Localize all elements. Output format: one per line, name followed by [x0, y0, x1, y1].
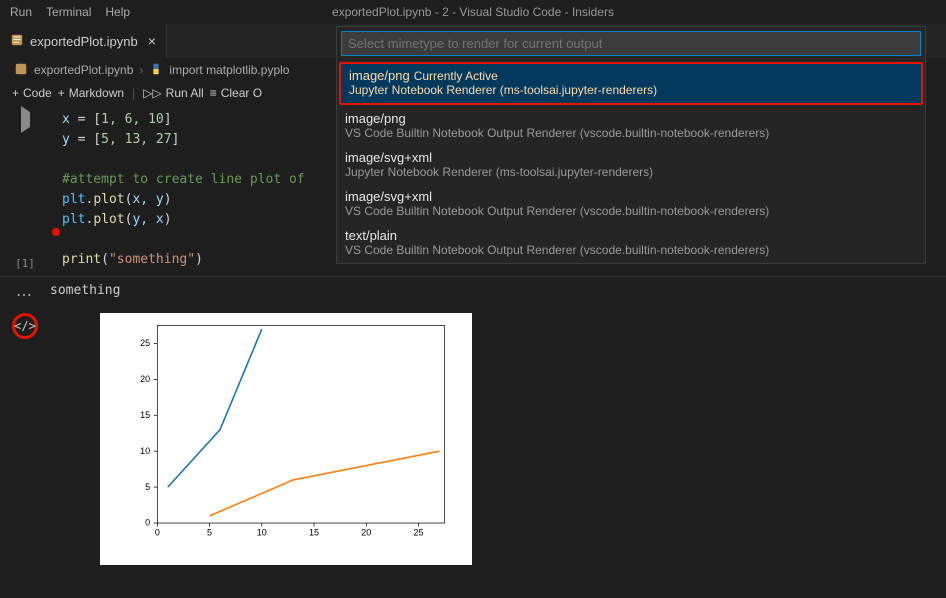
svg-text:25: 25 [414, 528, 424, 538]
quickpick-item-desc: Jupyter Notebook Renderer (ms-toolsai.ju… [345, 165, 917, 179]
svg-text:15: 15 [309, 528, 319, 538]
svg-text:0: 0 [155, 528, 160, 538]
clear-outputs-button[interactable]: ≡ Clear O [210, 86, 262, 100]
svg-text:15: 15 [140, 410, 150, 420]
line-chart: 0 5 10 15 20 25 0 5 10 15 20 25 [140, 321, 462, 541]
breakpoint-icon[interactable] [52, 228, 60, 236]
tab-exportedplot[interactable]: exportedPlot.ipynb × [0, 24, 167, 58]
quickpick-item[interactable]: image/pngVS Code Builtin Notebook Output… [337, 107, 925, 146]
menu-terminal[interactable]: Terminal [46, 5, 91, 19]
run-all-button[interactable]: ▷▷ Run All [143, 86, 204, 100]
more-icon[interactable]: ⋯ [0, 283, 50, 305]
quickpick-item[interactable]: image/png Currently ActiveJupyter Noteboo… [339, 62, 923, 105]
quickpick-input[interactable] [341, 31, 921, 56]
output-text: something [50, 283, 120, 305]
svg-text:10: 10 [257, 528, 267, 538]
quickpick-item-desc: VS Code Builtin Notebook Output Renderer… [345, 204, 917, 218]
quickpick-item-badge: Currently Active [414, 69, 498, 83]
chevron-right-icon: › [139, 63, 143, 77]
quickpick-item-title: image/svg+xml [345, 189, 432, 204]
quickpick-item[interactable]: image/svg+xmlVS Code Builtin Notebook Ou… [337, 185, 925, 224]
quickpick-item-title: image/png [349, 68, 410, 83]
quickpick-item-title: image/svg+xml [345, 150, 432, 165]
menu-help[interactable]: Help [105, 5, 130, 19]
quickpick-item-desc: Jupyter Notebook Renderer (ms-toolsai.ju… [349, 83, 913, 97]
svg-text:0: 0 [145, 518, 150, 528]
change-renderer-button[interactable]: </> [12, 313, 38, 339]
close-icon[interactable]: × [148, 33, 156, 49]
add-markdown-button[interactable]: + Markdown [58, 86, 124, 100]
play-icon: ▷▷ [143, 86, 161, 100]
python-icon [149, 62, 163, 79]
quickpick-item-desc: VS Code Builtin Notebook Output Renderer… [345, 126, 917, 140]
quickpick-item-title: text/plain [345, 228, 397, 243]
breadcrumb-file[interactable]: exportedPlot.ipynb [34, 63, 133, 77]
quickpick-item[interactable]: text/plainVS Code Builtin Notebook Outpu… [337, 224, 925, 263]
menubar: Run Terminal Help [0, 0, 946, 24]
svg-text:25: 25 [140, 338, 150, 348]
svg-text:20: 20 [140, 374, 150, 384]
notebook-icon [10, 33, 24, 50]
tab-label: exportedPlot.ipynb [30, 34, 138, 49]
run-cell-button[interactable] [21, 112, 30, 127]
quickpick-item-desc: VS Code Builtin Notebook Output Renderer… [345, 243, 917, 257]
add-code-button[interactable]: + Code [12, 86, 52, 100]
breadcrumb-item[interactable]: import matplotlib.pyplo [169, 63, 289, 77]
svg-text:5: 5 [207, 528, 212, 538]
menu-run[interactable]: Run [10, 5, 32, 19]
execution-count: [1] [15, 257, 35, 270]
plot-output: 0 5 10 15 20 25 0 5 10 15 20 25 [100, 313, 472, 565]
svg-text:10: 10 [140, 446, 150, 456]
quickpick-item-title: image/png [345, 111, 406, 126]
svg-text:20: 20 [361, 528, 371, 538]
notebook-icon [14, 62, 28, 79]
svg-text:5: 5 [145, 482, 150, 492]
quickpick-dialog: image/pngCurrently ActiveJupyter Noteboo… [336, 26, 926, 264]
quickpick-item[interactable]: image/svg+xmlJupyter Notebook Renderer (… [337, 146, 925, 185]
clear-icon: ≡ [210, 86, 217, 100]
